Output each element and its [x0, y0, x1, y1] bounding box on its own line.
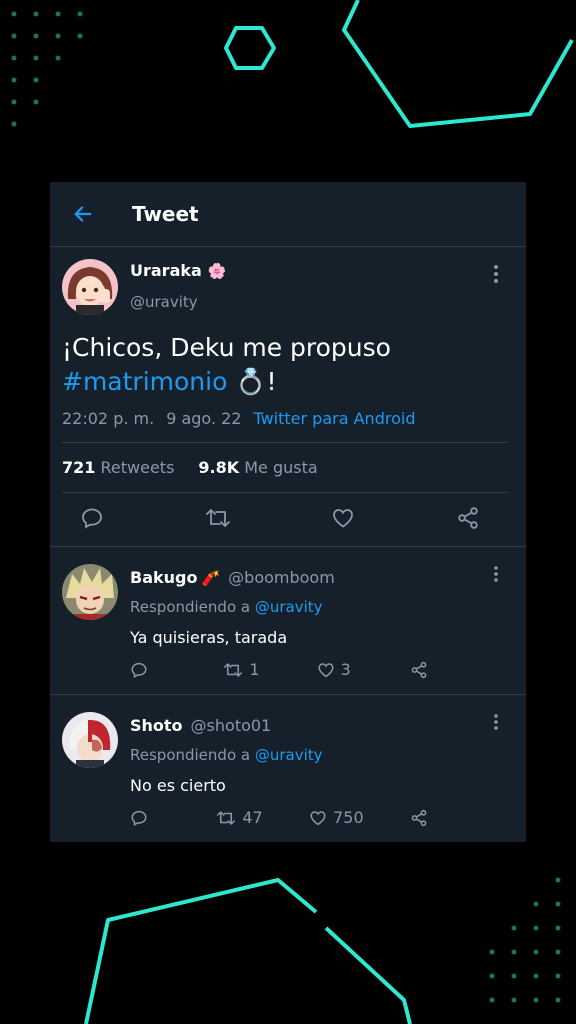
author-name[interactable]: Uraraka 🌸: [130, 261, 227, 280]
reply-text: Ya quisieras, tarada: [130, 628, 288, 647]
share-icon: [411, 809, 427, 826]
like-icon[interactable]: [331, 506, 355, 530]
mention-link[interactable]: @uravity: [255, 598, 323, 616]
reply-author[interactable]: Bakugo 🧨 @boomboom: [130, 568, 335, 587]
mention-link[interactable]: @uravity: [255, 746, 323, 764]
back-arrow-icon[interactable]: [72, 203, 94, 225]
likes-stat[interactable]: 9.8K Me gusta: [198, 458, 317, 477]
hashtag-link[interactable]: #matrimonio: [62, 367, 227, 396]
share-icon: [411, 661, 427, 678]
tweet-stats: 721 Retweets 9.8K Me gusta: [62, 458, 318, 477]
reply-button[interactable]: [130, 661, 170, 679]
reply-icon: [131, 810, 147, 826]
header: Tweet: [50, 182, 526, 247]
like-icon: [310, 810, 326, 825]
reply-item[interactable]: Bakugo 🧨 @boomboom Respondiendo a @uravi…: [50, 546, 526, 694]
retweets-stat[interactable]: 721 Retweets: [62, 458, 174, 477]
reply-author[interactable]: Shoto @shoto01: [130, 716, 271, 735]
name-emoji: 🌸: [207, 261, 227, 280]
share-button[interactable]: [410, 661, 450, 679]
more-icon[interactable]: [494, 265, 498, 283]
more-icon[interactable]: [494, 714, 498, 730]
share-icon[interactable]: [456, 506, 480, 530]
like-icon: [318, 662, 334, 677]
main-tweet: Uraraka 🌸 @uravity ¡Chicos, Deku me prop…: [50, 247, 526, 547]
avatar[interactable]: [62, 564, 118, 620]
tweet-card: Tweet Uraraka 🌸 @uravity ¡Chicos, Deku m…: [50, 182, 526, 842]
tweet-source[interactable]: Twitter para Android: [253, 409, 415, 428]
tweet-actions: [80, 506, 480, 530]
like-button[interactable]: 750: [309, 808, 364, 827]
reply-text: No es cierto: [130, 776, 226, 795]
reply-actions: 47 750: [130, 808, 450, 827]
dynamite-emoji: 🧨: [201, 568, 221, 587]
divider: [62, 492, 508, 493]
retweet-icon[interactable]: [205, 506, 231, 530]
reply-icon: [131, 662, 147, 678]
tweet-date: 9 ago. 22: [166, 409, 242, 428]
like-button[interactable]: 3: [317, 660, 357, 679]
reply-actions: 1 3: [130, 660, 450, 679]
avatar[interactable]: [62, 259, 118, 315]
reply-icon[interactable]: [80, 506, 104, 530]
tweet-meta: 22:02 p. m. 9 ago. 22 Twitter para Andro…: [62, 409, 415, 428]
reply-button[interactable]: [130, 809, 170, 827]
retweet-button[interactable]: 1: [223, 660, 263, 679]
tweet-time: 22:02 p. m.: [62, 409, 155, 428]
tweet-text: ¡Chicos, Deku me propuso #matrimonio 💍!: [62, 333, 391, 396]
divider: [62, 442, 508, 443]
replying-to: Respondiendo a @uravity: [130, 598, 323, 616]
share-button[interactable]: [410, 809, 450, 827]
replying-to: Respondiendo a @uravity: [130, 746, 323, 764]
retweet-icon: [224, 662, 243, 677]
more-icon[interactable]: [494, 566, 498, 582]
ring-emoji: 💍: [235, 367, 267, 396]
avatar[interactable]: [62, 712, 118, 768]
page-title: Tweet: [132, 202, 199, 226]
reply-item[interactable]: Shoto @shoto01 Respondiendo a @uravity N…: [50, 694, 526, 842]
author-handle[interactable]: @uravity: [130, 293, 198, 311]
retweet-icon: [217, 810, 236, 825]
retweet-button[interactable]: 47: [216, 808, 263, 827]
